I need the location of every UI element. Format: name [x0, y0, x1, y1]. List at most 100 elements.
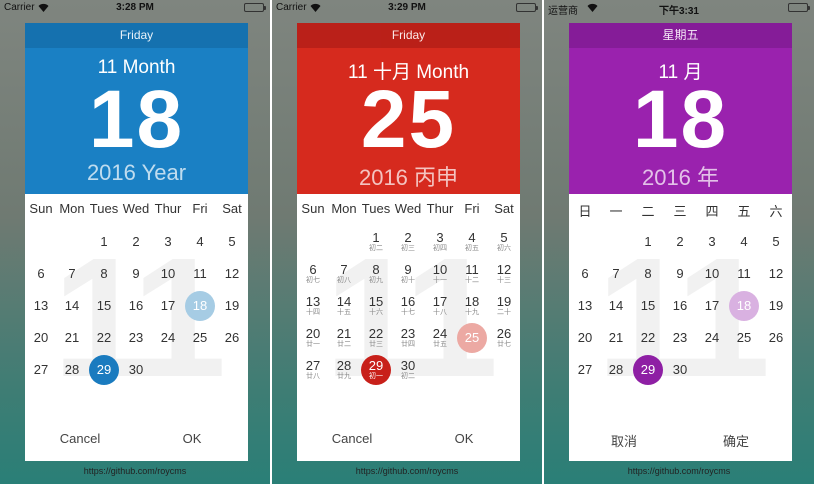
- day-cell[interactable]: 17: [697, 291, 727, 321]
- day-cell[interactable]: 30: [665, 355, 695, 385]
- day-cell[interactable]: 14 十五: [329, 291, 359, 321]
- lunar-day-label: 十四: [306, 309, 320, 316]
- day-cell[interactable]: 1: [89, 227, 119, 257]
- day-cell[interactable]: 10: [153, 259, 183, 289]
- day-cell[interactable]: 19: [217, 291, 247, 321]
- ok-button[interactable]: OK: [419, 431, 509, 446]
- day-cell[interactable]: 27 廿八: [298, 355, 328, 385]
- day-cell[interactable]: 8 初九: [361, 259, 391, 289]
- day-cell[interactable]: 30 初二: [393, 355, 423, 385]
- day-cell[interactable]: 28 廿九: [329, 355, 359, 385]
- day-cell[interactable]: 8: [633, 259, 663, 289]
- day-cell[interactable]: 7: [57, 259, 87, 289]
- day-cell[interactable]: 22: [633, 323, 663, 353]
- day-cell[interactable]: 14: [601, 291, 631, 321]
- day-cell[interactable]: 11 十二: [457, 259, 487, 289]
- day-cell[interactable]: 5: [761, 227, 791, 257]
- day-cell[interactable]: 7 初八: [329, 259, 359, 289]
- day-cell[interactable]: 17: [153, 291, 183, 321]
- day-cell[interactable]: 22: [89, 323, 119, 353]
- day-cell-highlighted[interactable]: 25: [457, 323, 487, 353]
- day-cell[interactable]: 3 初四: [425, 227, 455, 257]
- day-cell-highlighted[interactable]: 18: [185, 291, 215, 321]
- day-cell[interactable]: 21 廿二: [329, 323, 359, 353]
- day-cell[interactable]: 6: [570, 259, 600, 289]
- day-cell[interactable]: 5 初六: [489, 227, 519, 257]
- day-cell[interactable]: 21: [57, 323, 87, 353]
- day-cell[interactable]: 23 廿四: [393, 323, 423, 353]
- cancel-button[interactable]: Cancel: [307, 431, 397, 446]
- day-cell[interactable]: 15: [633, 291, 663, 321]
- day-cell[interactable]: 4: [185, 227, 215, 257]
- day-cell[interactable]: 25: [729, 323, 759, 353]
- day-cell[interactable]: 9 初十: [393, 259, 423, 289]
- day-cell[interactable]: 8: [89, 259, 119, 289]
- day-cell[interactable]: 13: [26, 291, 56, 321]
- day-cell[interactable]: 23: [121, 323, 151, 353]
- day-cell-highlighted[interactable]: 18: [729, 291, 759, 321]
- cancel-button[interactable]: Cancel: [35, 431, 125, 446]
- day-cell[interactable]: 16 十七: [393, 291, 423, 321]
- day-cell[interactable]: 19: [761, 291, 791, 321]
- day-cell[interactable]: 6 初七: [298, 259, 328, 289]
- day-cell[interactable]: 26 廿七: [489, 323, 519, 353]
- day-cell[interactable]: 3: [153, 227, 183, 257]
- day-cell[interactable]: 14: [57, 291, 87, 321]
- day-cell[interactable]: 20: [26, 323, 56, 353]
- day-cell[interactable]: 13: [570, 291, 600, 321]
- day-cell[interactable]: 23: [665, 323, 695, 353]
- day-cell[interactable]: 27: [570, 355, 600, 385]
- day-cell[interactable]: 24 廿五: [425, 323, 455, 353]
- day-cell[interactable]: 25: [185, 323, 215, 353]
- day-cell[interactable]: 12: [761, 259, 791, 289]
- ok-button[interactable]: OK: [147, 431, 237, 446]
- day-cell[interactable]: 27: [26, 355, 56, 385]
- day-cell[interactable]: 13 十四: [298, 291, 328, 321]
- day-cell[interactable]: 2: [121, 227, 151, 257]
- day-cell[interactable]: 16: [665, 291, 695, 321]
- day-cell[interactable]: 11: [729, 259, 759, 289]
- day-cell[interactable]: 11: [185, 259, 215, 289]
- day-cell[interactable]: 22 廿三: [361, 323, 391, 353]
- day-cell[interactable]: 9: [665, 259, 695, 289]
- day-cell-selected[interactable]: 29 初一: [361, 355, 391, 385]
- day-cell-selected[interactable]: 29: [633, 355, 663, 385]
- day-cell[interactable]: 28: [601, 355, 631, 385]
- day-cell[interactable]: 17 十八: [425, 291, 455, 321]
- ok-button[interactable]: 确定: [691, 431, 781, 450]
- day-cell[interactable]: 15: [89, 291, 119, 321]
- day-number: 3: [708, 234, 716, 249]
- day-cell[interactable]: 10: [697, 259, 727, 289]
- day-cell[interactable]: 12: [217, 259, 247, 289]
- day-cell[interactable]: 26: [217, 323, 247, 353]
- day-cell[interactable]: 30: [121, 355, 151, 385]
- day-cell[interactable]: 2 初三: [393, 227, 423, 257]
- day-cell[interactable]: 24: [153, 323, 183, 353]
- cancel-button[interactable]: 取消: [579, 431, 669, 450]
- day-cell[interactable]: 24: [697, 323, 727, 353]
- day-cell[interactable]: 19 二十: [489, 291, 519, 321]
- day-cell[interactable]: 5: [217, 227, 247, 257]
- day-cell[interactable]: 28: [57, 355, 87, 385]
- day-cell-selected[interactable]: 29: [89, 355, 119, 385]
- day-cell[interactable]: 4: [729, 227, 759, 257]
- day-cell[interactable]: 3: [697, 227, 727, 257]
- day-cell[interactable]: 20: [570, 323, 600, 353]
- day-cell[interactable]: 18 十九: [457, 291, 487, 321]
- day-cell[interactable]: 12 十三: [489, 259, 519, 289]
- day-cell[interactable]: 15 十六: [361, 291, 391, 321]
- day-cell[interactable]: 7: [601, 259, 631, 289]
- day-cell[interactable]: 20 廿一: [298, 323, 328, 353]
- weekday-title: 星期五: [569, 23, 792, 48]
- day-cell[interactable]: 10 十一: [425, 259, 455, 289]
- day-cell[interactable]: 9: [121, 259, 151, 289]
- lunar-day-label: 廿一: [306, 341, 320, 348]
- day-cell[interactable]: 2: [665, 227, 695, 257]
- day-cell[interactable]: 4 初五: [457, 227, 487, 257]
- day-cell[interactable]: 1 初二: [361, 227, 391, 257]
- day-cell[interactable]: 16: [121, 291, 151, 321]
- day-cell[interactable]: 1: [633, 227, 663, 257]
- day-cell[interactable]: 26: [761, 323, 791, 353]
- day-cell[interactable]: 6: [26, 259, 56, 289]
- day-cell[interactable]: 21: [601, 323, 631, 353]
